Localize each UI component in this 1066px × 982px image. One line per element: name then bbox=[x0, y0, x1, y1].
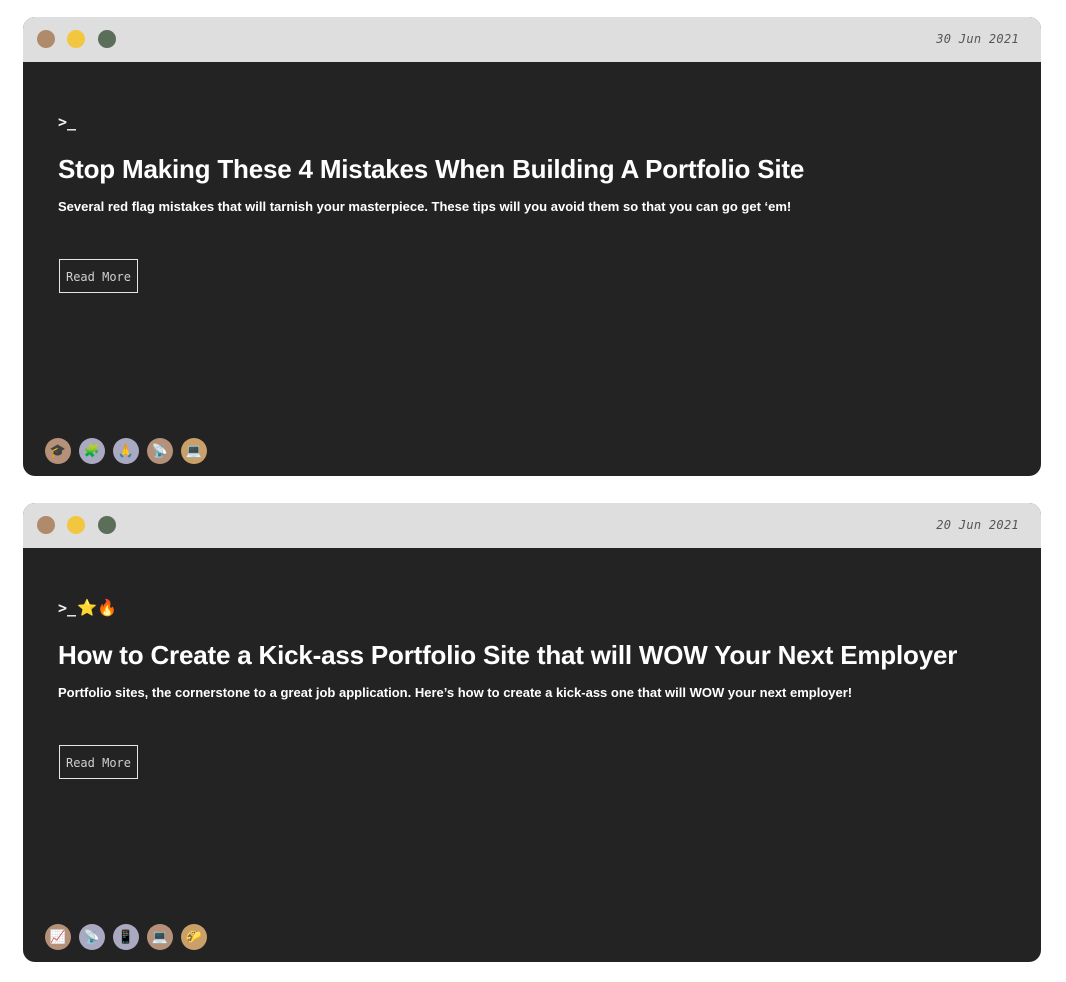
post-date: 30 Jun 2021 bbox=[936, 32, 1019, 46]
prompt-symbol: >_ bbox=[58, 599, 77, 617]
taco-icon[interactable]: 🌮 bbox=[181, 924, 207, 950]
post-body: >_ Stop Making These 4 Mistakes When Bui… bbox=[23, 62, 1041, 476]
post-title[interactable]: How to Create a Kick-ass Portfolio Site … bbox=[58, 640, 1018, 671]
chart-icon[interactable]: 📈 bbox=[45, 924, 71, 950]
mobile-phone-icon[interactable]: 📱 bbox=[113, 924, 139, 950]
laptop-icon[interactable]: 💻 bbox=[181, 438, 207, 464]
read-more-button[interactable]: Read More bbox=[59, 259, 138, 293]
tag-list: 🎓 🧩 🙏 📡 💻 bbox=[45, 438, 207, 464]
minimize-dot-icon bbox=[67, 516, 85, 534]
satellite-dish-icon[interactable]: 📡 bbox=[147, 438, 173, 464]
maximize-dot-icon bbox=[98, 30, 116, 48]
post-date: 20 Jun 2021 bbox=[936, 518, 1019, 532]
graduation-cap-icon[interactable]: 🎓 bbox=[45, 438, 71, 464]
post-excerpt: Portfolio sites, the cornerstone to a gr… bbox=[58, 685, 853, 700]
tag-list: 📈 📡 📱 💻 🌮 bbox=[45, 924, 207, 950]
post-card[interactable]: 20 Jun 2021 >_⭐🔥 How to Create a Kick-as… bbox=[23, 503, 1041, 962]
prompt-symbol: >_ bbox=[58, 113, 77, 131]
laptop-icon[interactable]: 💻 bbox=[147, 924, 173, 950]
prompt-emoji: ⭐🔥 bbox=[77, 598, 117, 617]
post-title[interactable]: Stop Making These 4 Mistakes When Buildi… bbox=[58, 154, 1018, 185]
read-more-button[interactable]: Read More bbox=[59, 745, 138, 779]
close-dot-icon bbox=[37, 516, 55, 534]
post-body: >_⭐🔥 How to Create a Kick-ass Portfolio … bbox=[23, 548, 1041, 962]
satellite-dish-icon[interactable]: 📡 bbox=[79, 924, 105, 950]
puzzle-icon[interactable]: 🧩 bbox=[79, 438, 105, 464]
window-titlebar: 20 Jun 2021 bbox=[23, 503, 1041, 548]
terminal-prompt: >_ bbox=[58, 112, 77, 131]
terminal-prompt: >_⭐🔥 bbox=[58, 598, 117, 617]
maximize-dot-icon bbox=[98, 516, 116, 534]
close-dot-icon bbox=[37, 30, 55, 48]
minimize-dot-icon bbox=[67, 30, 85, 48]
praying-hands-icon[interactable]: 🙏 bbox=[113, 438, 139, 464]
post-card[interactable]: 30 Jun 2021 >_ Stop Making These 4 Mista… bbox=[23, 17, 1041, 476]
blog-post-list: 30 Jun 2021 >_ Stop Making These 4 Mista… bbox=[0, 0, 1066, 982]
window-titlebar: 30 Jun 2021 bbox=[23, 17, 1041, 62]
post-excerpt: Several red flag mistakes that will tarn… bbox=[58, 199, 792, 214]
